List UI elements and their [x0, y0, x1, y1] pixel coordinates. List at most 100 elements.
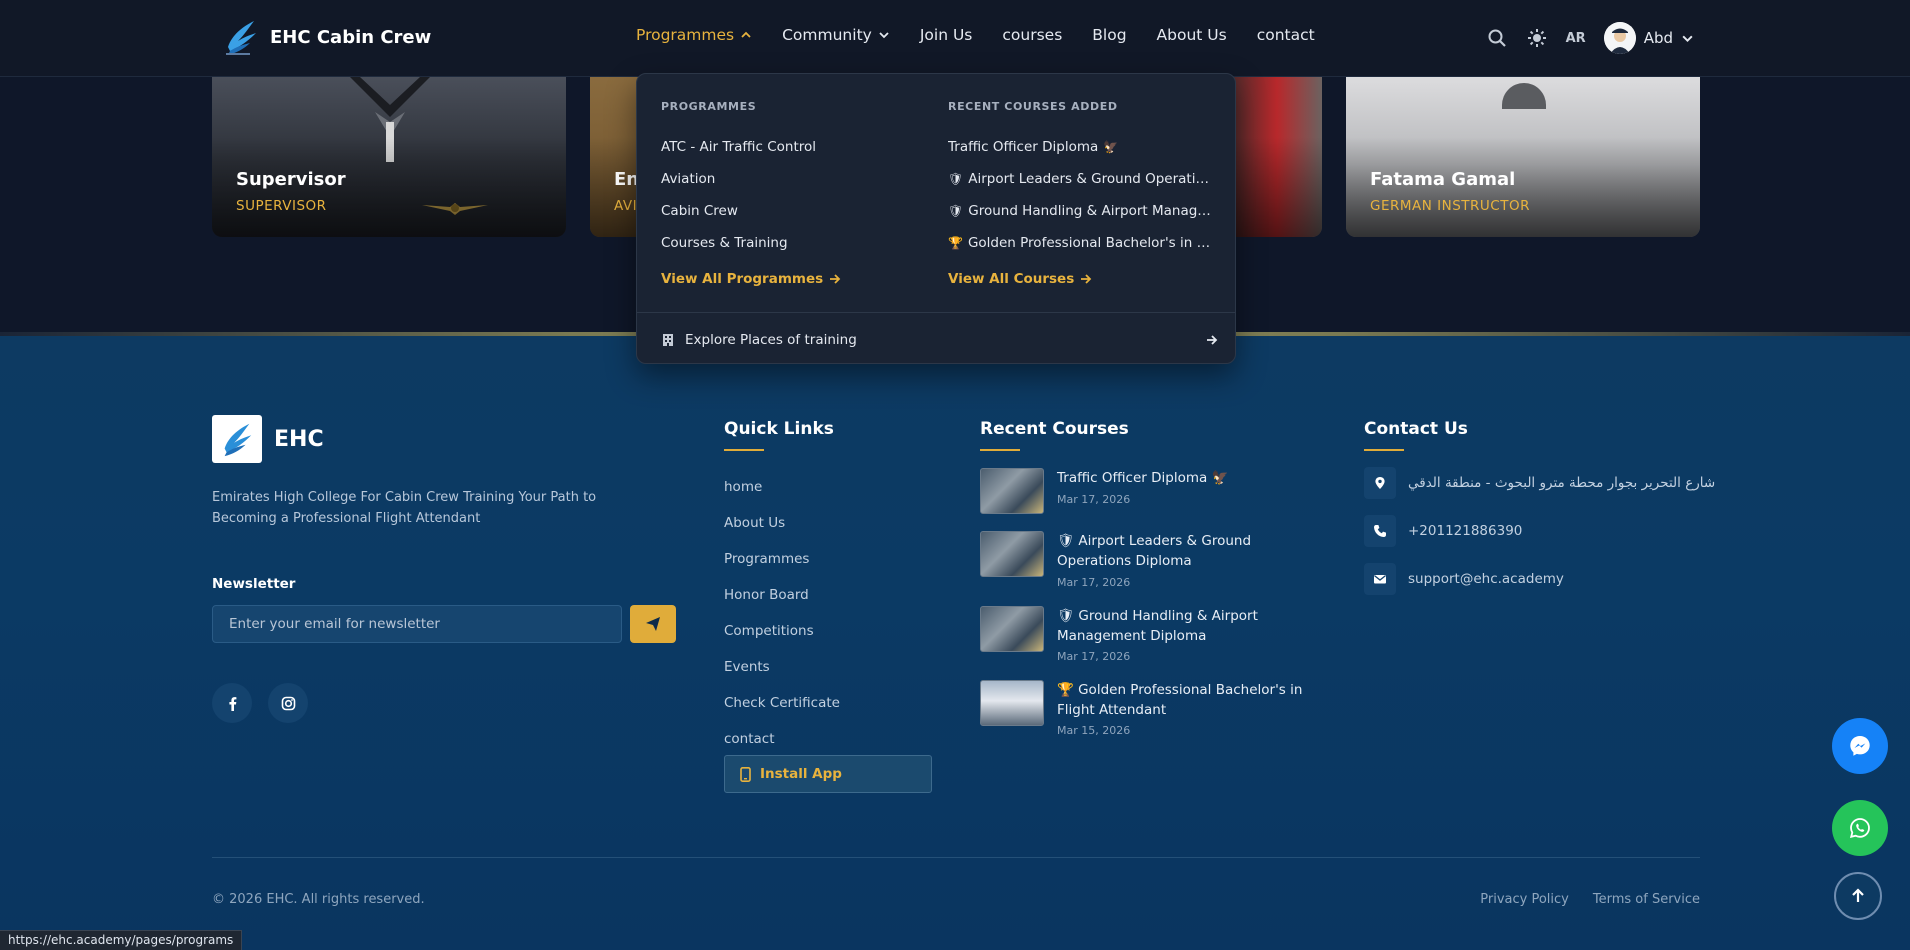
nav-community[interactable]: Community	[782, 26, 890, 44]
recent-course-title: 🏆 Golden Professional Bachelor's in Flig…	[1057, 682, 1303, 718]
mobile-phone-icon	[740, 766, 751, 782]
contact-address-text: شارع التحرير بجوار محطة مترو البحوث - من…	[1408, 475, 1716, 491]
instagram-link[interactable]	[268, 683, 308, 723]
user-menu[interactable]: Abd	[1603, 22, 1694, 54]
site-header: EHC Cabin Crew Programmes Community Join…	[0, 0, 1910, 77]
recent-course-date: Mar 17, 2026	[1057, 650, 1131, 663]
quick-link-home[interactable]: home	[724, 469, 840, 505]
scroll-to-top-button[interactable]	[1834, 872, 1882, 920]
whatsapp-icon	[1849, 818, 1870, 839]
view-all-programmes-link[interactable]: View All Programmes	[661, 271, 911, 287]
search-icon[interactable]	[1486, 27, 1508, 49]
programme-link-atc[interactable]: ATC - Air Traffic Control	[661, 131, 911, 163]
language-toggle[interactable]: AR	[1566, 31, 1586, 46]
terms-of-service-link[interactable]: Terms of Service	[1593, 892, 1700, 907]
nav-join-us[interactable]: Join Us	[920, 26, 973, 44]
nav-courses[interactable]: courses	[1002, 26, 1062, 44]
user-name: Abd	[1643, 29, 1673, 47]
team-member-role: SUPERVISOR	[236, 198, 327, 214]
chevron-up-icon	[741, 31, 751, 38]
header-actions: AR Abd	[1486, 22, 1694, 54]
whatsapp-chat-button[interactable]	[1832, 800, 1888, 856]
newsletter-submit-button[interactable]	[630, 605, 676, 643]
footer-logo	[212, 415, 262, 463]
team-card[interactable]: Supervisor SUPERVISOR	[212, 77, 566, 237]
course-link-title: Ground Handling & Airport Managemen...	[968, 203, 1213, 219]
view-all-courses-link[interactable]: View All Courses	[948, 271, 1218, 287]
send-icon	[646, 617, 660, 631]
messenger-icon	[1850, 736, 1870, 756]
course-link-title: Traffic Officer Diploma	[948, 139, 1099, 155]
copyright-text: © 2026 EHC. All rights reserved.	[212, 892, 425, 907]
eagle-icon: 🦅	[1103, 140, 1119, 154]
programmes-dropdown: PROGRAMMES ATC - Air Traffic Control Avi…	[636, 73, 1236, 364]
chevron-down-icon	[1682, 35, 1693, 42]
programmes-column: PROGRAMMES ATC - Air Traffic Control Avi…	[661, 100, 911, 287]
quick-link-check-certificate[interactable]: Check Certificate	[724, 685, 840, 721]
facebook-link[interactable]	[212, 683, 252, 723]
theme-gear-icon[interactable]	[1526, 27, 1548, 49]
nav-programmes[interactable]: Programmes	[636, 26, 752, 44]
programmes-heading: PROGRAMMES	[661, 100, 757, 113]
course-link-title: Airport Leaders & Ground Operations Di..…	[968, 171, 1214, 187]
pilot-avatar-icon	[1603, 22, 1636, 54]
recent-course-title: 🛡 Airport Leaders & Ground Operations Di…	[1057, 533, 1252, 569]
quick-link-contact[interactable]: contact	[724, 721, 840, 757]
team-member-role: GERMAN INSTRUCTOR	[1370, 198, 1530, 214]
nav-about-us[interactable]: About Us	[1157, 26, 1227, 44]
arrow-right-icon	[1207, 335, 1218, 345]
recent-course-title: Traffic Officer Diploma 🦅	[1057, 470, 1229, 486]
course-thumbnail	[980, 468, 1044, 514]
facebook-icon	[228, 696, 236, 711]
brand-name: EHC Cabin Crew	[270, 26, 432, 48]
instagram-icon	[281, 696, 295, 710]
team-member-name: Supervisor	[236, 169, 346, 190]
map-pin-icon	[1364, 467, 1396, 499]
course-link-title: Golden Professional Bachelor's in Fligh.…	[967, 235, 1213, 251]
course-link[interactable]: 🛡 Ground Handling & Airport Managemen...	[948, 195, 1218, 227]
quick-links-list: home About Us Programmes Honor Board Com…	[724, 469, 840, 757]
contact-email[interactable]: support@ehc.academy	[1364, 563, 1564, 595]
browser-status-url: https://ehc.academy/pages/programs	[0, 930, 243, 950]
install-app-label: Install App	[760, 766, 842, 782]
bird-logo-icon	[226, 21, 256, 55]
messenger-chat-button[interactable]	[1832, 718, 1888, 774]
quick-link-competitions[interactable]: Competitions	[724, 613, 840, 649]
team-card[interactable]: Fatama Gamal GERMAN INSTRUCTOR	[1346, 77, 1700, 237]
course-link[interactable]: Traffic Officer Diploma 🦅	[948, 131, 1218, 163]
team-card[interactable]	[1222, 77, 1322, 237]
brand-logo[interactable]: EHC Cabin Crew	[224, 17, 431, 57]
footer-brand[interactable]: EHC	[212, 415, 324, 463]
programme-link-aviation[interactable]: Aviation	[661, 163, 911, 195]
recent-course-date: Mar 17, 2026	[1057, 576, 1131, 589]
card-shade	[1222, 137, 1322, 237]
arrow-up-icon	[1852, 888, 1864, 902]
course-link[interactable]: 🛡 Airport Leaders & Ground Operations Di…	[948, 163, 1218, 195]
contact-title: Contact Us	[1364, 419, 1468, 439]
explore-places-link[interactable]: Explore Places of training	[661, 326, 1219, 354]
course-thumbnail	[980, 680, 1044, 726]
newsletter-email-input[interactable]	[212, 605, 622, 643]
privacy-policy-link[interactable]: Privacy Policy	[1480, 892, 1569, 907]
course-link[interactable]: 🏆 Golden Professional Bachelor's in Flig…	[948, 227, 1218, 259]
quick-link-programmes[interactable]: Programmes	[724, 541, 840, 577]
title-underline	[980, 449, 1020, 451]
trophy-icon: 🏆	[948, 236, 963, 250]
programme-link-courses-training[interactable]: Courses & Training	[661, 227, 911, 259]
install-app-button[interactable]: Install App	[724, 755, 932, 793]
shield-icon: 🛡	[948, 204, 964, 218]
programme-link-cabin-crew[interactable]: Cabin Crew	[661, 195, 911, 227]
nav-contact[interactable]: contact	[1257, 26, 1315, 44]
newsletter-title: Newsletter	[212, 576, 296, 592]
quick-link-about-us[interactable]: About Us	[724, 505, 840, 541]
legal-links: Privacy Policy Terms of Service	[1480, 892, 1700, 907]
recent-course-date: Mar 15, 2026	[1057, 724, 1131, 737]
quick-link-events[interactable]: Events	[724, 649, 840, 685]
quick-link-honor-board[interactable]: Honor Board	[724, 577, 840, 613]
course-thumbnail	[980, 531, 1044, 577]
recent-courses-title: Recent Courses	[980, 419, 1129, 439]
nav-blog[interactable]: Blog	[1092, 26, 1126, 44]
contact-phone[interactable]: +201121886390	[1364, 515, 1522, 547]
building-icon	[663, 334, 673, 346]
phone-icon	[1364, 515, 1396, 547]
